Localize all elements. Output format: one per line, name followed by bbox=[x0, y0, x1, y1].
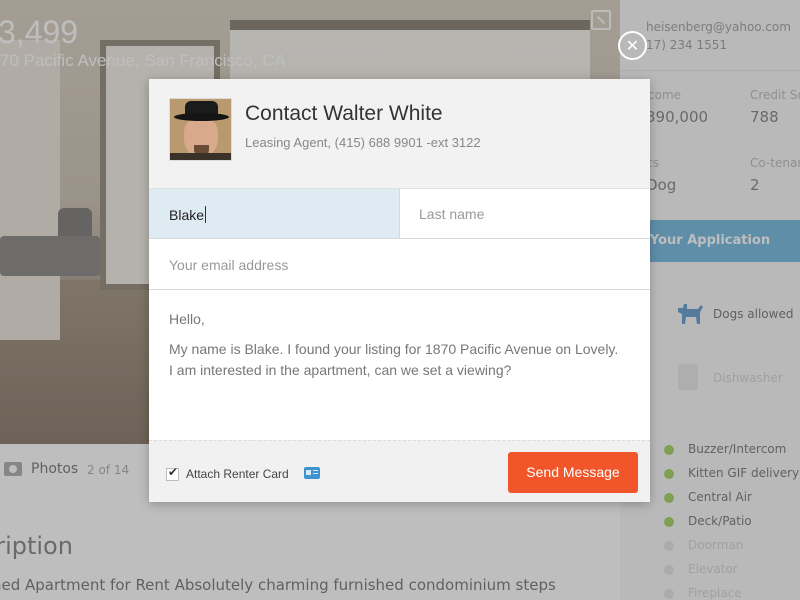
text-caret bbox=[205, 206, 207, 223]
email-field[interactable]: Your email address bbox=[149, 239, 650, 290]
modal-title: Contact Walter White bbox=[245, 102, 443, 125]
modal-footer: Attach Renter Card Send Message bbox=[149, 440, 650, 502]
avatar-hat-brim bbox=[174, 113, 229, 121]
contact-modal: Contact Walter White Leasing Agent, (415… bbox=[149, 79, 650, 502]
avatar-shirt bbox=[170, 153, 231, 160]
renter-card-icon bbox=[304, 467, 320, 479]
agent-info: Leasing Agent, (415) 688 9901 -ext 3122 bbox=[245, 135, 481, 150]
message-line: My name is Blake. I found your listing f… bbox=[169, 341, 619, 357]
avatar bbox=[169, 98, 232, 161]
last-name-field[interactable]: Last name bbox=[400, 189, 650, 239]
attach-renter-card-checkbox[interactable] bbox=[166, 465, 179, 481]
message-greeting: Hello, bbox=[169, 311, 205, 327]
first-name-value: Blake bbox=[169, 207, 205, 223]
modal-header: Contact Walter White Leasing Agent, (415… bbox=[149, 79, 650, 189]
close-icon[interactable]: ✕ bbox=[618, 31, 647, 60]
attach-renter-card-label[interactable]: Attach Renter Card bbox=[186, 467, 289, 481]
message-textarea[interactable]: Hello, My name is Blake. I found your li… bbox=[149, 290, 650, 440]
first-name-field[interactable]: Blake bbox=[149, 189, 400, 239]
message-line: I am interested in the apartment, can we… bbox=[169, 362, 512, 378]
send-message-button[interactable]: Send Message bbox=[508, 452, 638, 493]
